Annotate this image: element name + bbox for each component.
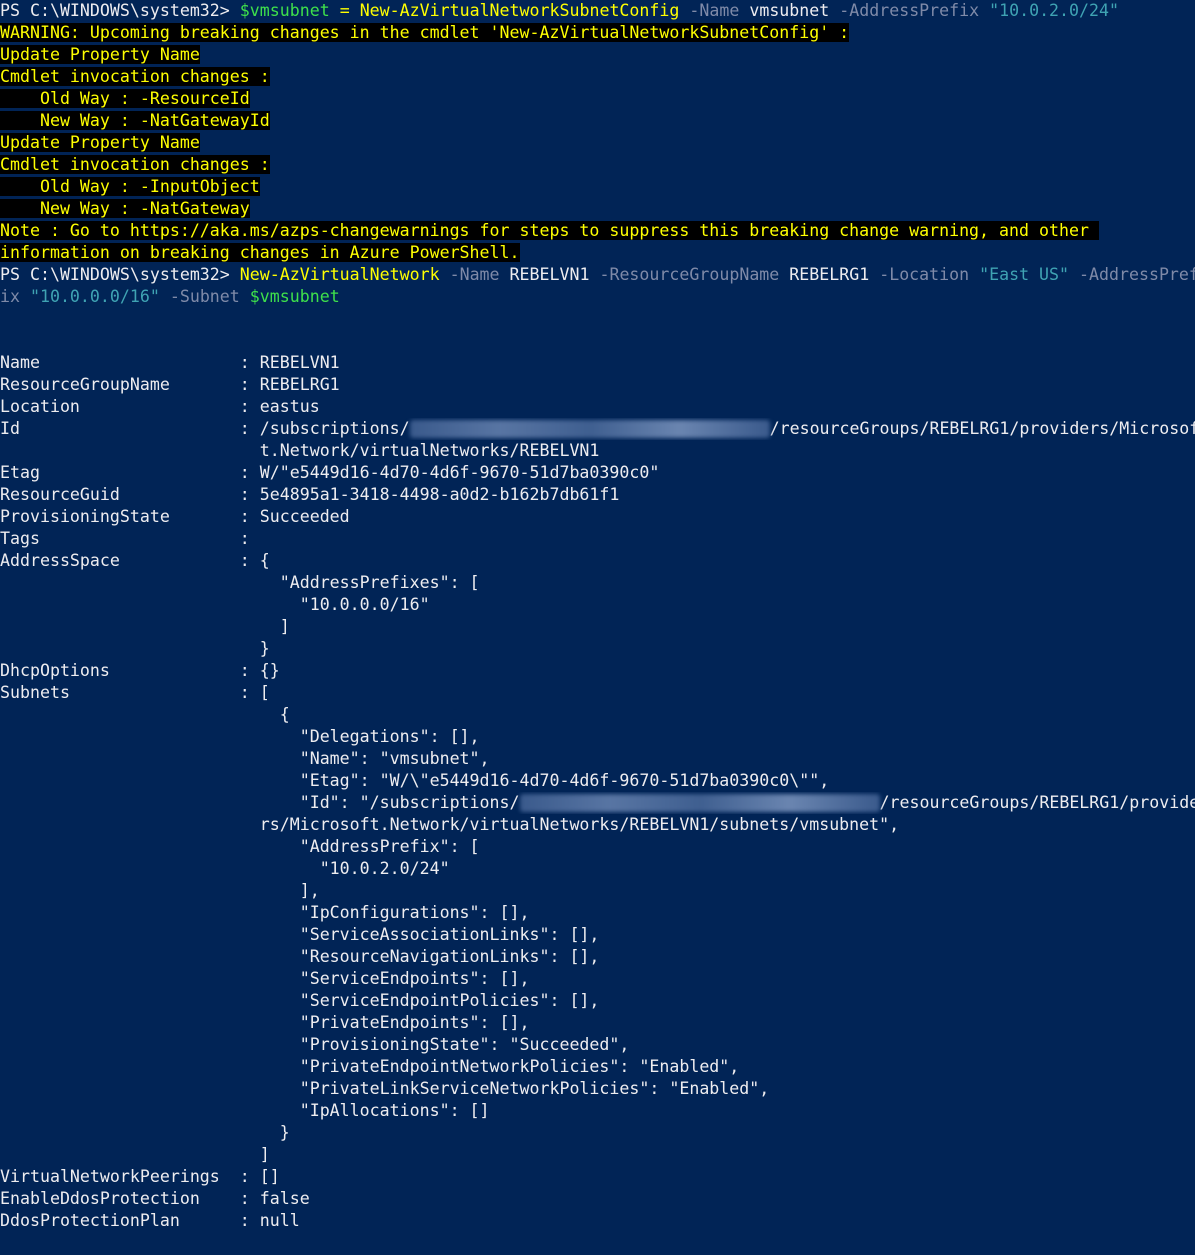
output-line: "10.0.0.0/16" <box>0 595 430 614</box>
output-line: "AddressPrefixes": [ <box>0 573 480 592</box>
output-line: "IpAllocations": [] <box>0 1101 490 1120</box>
output-line: "10.0.2.0/24" <box>0 859 450 878</box>
output-tags: Tags : <box>0 529 250 548</box>
output-line: "PrivateEndpointNetworkPolicies": "Enabl… <box>0 1057 740 1076</box>
warning-line: New Way : -NatGatewayId <box>0 111 270 130</box>
variable: $vmsubnet <box>239 1 330 20</box>
parameter: -AddressPrefix <box>829 1 980 20</box>
output-line: "Name": "vmsubnet", <box>0 749 490 768</box>
output-peerings: VirtualNetworkPeerings : [] <box>0 1167 280 1186</box>
operator: = <box>329 1 360 20</box>
output-line: } <box>0 639 270 658</box>
parameter: -Subnet <box>159 287 240 306</box>
parameter: -Location <box>869 265 970 284</box>
output-provisioning-state: ProvisioningState : Succeeded <box>0 507 350 526</box>
output-name: Name : REBELVN1 <box>0 353 340 372</box>
warning-line: Cmdlet invocation changes : <box>0 155 270 174</box>
output-line: ] <box>0 1145 270 1164</box>
warning-line: WARNING: Upcoming breaking changes in th… <box>0 23 850 42</box>
output-resource-group: ResourceGroupName : REBELRG1 <box>0 375 340 394</box>
parameter: -AddressPref <box>1069 265 1195 284</box>
command-line-2: PS C:\WINDOWS\system32> New-AzVirtualNet… <box>0 264 1195 286</box>
output-line: "AddressPrefix": [ <box>0 837 480 856</box>
output-line: "ServiceAssociationLinks": [], <box>0 925 600 944</box>
output-subnet-id: "Id": "/subscriptions//resourceGroups/RE… <box>0 793 1195 812</box>
warning-line: Note : Go to https://aka.ms/azps-changew… <box>0 221 1099 240</box>
output-line: "ServiceEndpoints": [], <box>0 969 530 988</box>
warning-line: Old Way : -ResourceId <box>0 89 250 108</box>
command-line-1: PS C:\WINDOWS\system32> $vmsubnet = New-… <box>0 0 1195 22</box>
output-line: "ServiceEndpointPolicies": [], <box>0 991 600 1010</box>
output-line: "IpConfigurations": [], <box>0 903 530 922</box>
prompt: PS C:\WINDOWS\system32> <box>0 1 240 20</box>
warning-line: Cmdlet invocation changes : <box>0 67 270 86</box>
parameter: -Name <box>679 1 740 20</box>
output-ddos-protection: EnableDdosProtection : false <box>0 1189 310 1208</box>
cmdlet-name: New-AzVirtualNetworkSubnetConfig <box>359 1 680 20</box>
warning-line: Update Property Name <box>0 133 200 152</box>
cmdlet-name: New-AzVirtualNetwork <box>239 265 440 284</box>
prompt: PS C:\WINDOWS\system32> <box>0 265 240 284</box>
output-dhcp-options: DhcpOptions : {} <box>0 661 280 680</box>
output-line: } <box>0 1123 290 1142</box>
output-line: ], <box>0 881 320 900</box>
redacted-subscription-id <box>519 794 880 812</box>
command-line-2-wrap: ix "10.0.0.0/16" -Subnet $vmsubnet <box>0 286 1195 308</box>
parameter: ix <box>0 287 20 306</box>
warning-line: New Way : -NatGateway <box>0 199 250 218</box>
output-line: { <box>0 705 290 724</box>
output-resource-guid: ResourceGuid : 5e4895a1-3418-4498-a0d2-b… <box>0 485 620 504</box>
warning-block: WARNING: Upcoming breaking changes in th… <box>0 22 1195 264</box>
string-argument: "10.0.0.0/16" <box>19 287 160 306</box>
output-line: ] <box>0 617 290 636</box>
output-line: "ProvisioningState": "Succeeded", <box>0 1035 630 1054</box>
parameter: -Name <box>439 265 500 284</box>
output-address-space: AddressSpace : { <box>0 551 270 570</box>
output-line: "ResourceNavigationLinks": [], <box>0 947 600 966</box>
output-line: "Etag": "W/\"e5449d16-4d70-4d6f-9670-51d… <box>0 771 830 790</box>
warning-line: Update Property Name <box>0 45 200 64</box>
output-ddos-plan: DdosProtectionPlan : null <box>0 1211 300 1230</box>
output-line: rs/Microsoft.Network/virtualNetworks/REB… <box>0 815 900 834</box>
string-argument: "10.0.2.0/24" <box>979 1 1119 20</box>
parameter: -ResourceGroupName <box>589 265 780 284</box>
output-line: "PrivateLinkServiceNetworkPolicies": "En… <box>0 1079 770 1098</box>
argument: vmsubnet <box>739 1 830 20</box>
output-line: "PrivateEndpoints": [], <box>0 1013 530 1032</box>
output-etag: Etag : W/"e5449d16-4d70-4d6f-9670-51d7ba… <box>0 463 660 482</box>
powershell-console[interactable]: PS C:\WINDOWS\system32> $vmsubnet = New-… <box>0 0 1195 1255</box>
variable: $vmsubnet <box>239 287 340 306</box>
argument: REBELRG1 <box>779 265 870 284</box>
string-argument: "East US" <box>969 265 1070 284</box>
output-location: Location : eastus <box>0 397 320 416</box>
output-subnets: Subnets : [ <box>0 683 270 702</box>
output-line: "Delegations": [], <box>0 727 480 746</box>
warning-line: Old Way : -InputObject <box>0 177 260 196</box>
argument: REBELVN1 <box>499 265 590 284</box>
output-id: Id : /subscriptions//resourceGroups/REBE… <box>0 419 1195 438</box>
warning-line: information on breaking changes in Azure… <box>0 243 520 262</box>
output-id-cont: t.Network/virtualNetworks/REBELVN1 <box>0 441 600 460</box>
redacted-subscription-id <box>409 420 770 438</box>
